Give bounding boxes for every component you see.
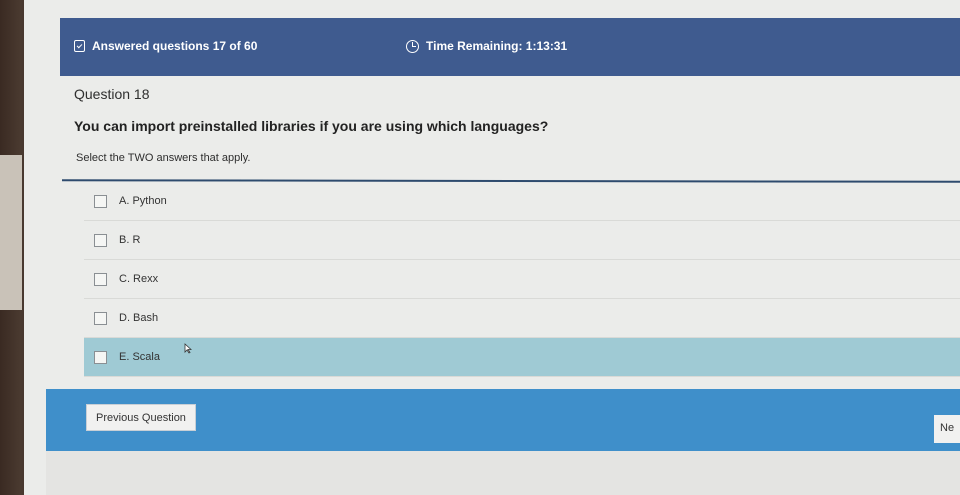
exam-header-bar: Answered questions 17 of 60 Time Remaini…: [60, 18, 960, 76]
answer-label-e: E. Scala: [119, 351, 160, 363]
answer-option-e[interactable]: E. Scala: [84, 338, 960, 377]
answer-list: A. Python B. R C. Rexx D. Bash E. Scala: [84, 182, 960, 377]
answer-option-b[interactable]: B. R: [84, 221, 960, 260]
clock-icon: [406, 39, 419, 53]
question-number: Question 18: [74, 86, 150, 102]
answer-label-d: D. Bash: [119, 312, 159, 324]
next-question-button[interactable]: Ne: [934, 415, 960, 443]
progress-text: Answered questions 17 of 60: [92, 39, 258, 53]
answer-checkbox-e[interactable]: [94, 350, 107, 364]
answer-instruction: Select the TWO answers that apply.: [76, 152, 251, 164]
answer-checkbox-d[interactable]: [94, 311, 107, 325]
answer-label-b: B. R: [119, 234, 141, 246]
answer-option-a[interactable]: A. Python: [84, 182, 960, 221]
question-text: You can import preinstalled libraries if…: [74, 118, 549, 134]
answer-checkbox-b[interactable]: [94, 233, 107, 247]
answer-option-d[interactable]: D. Bash: [84, 299, 960, 338]
progress-indicator: Answered questions 17 of 60: [74, 39, 257, 53]
previous-question-button[interactable]: Previous Question: [86, 404, 196, 431]
navigation-footer: Previous Question Ne: [46, 389, 960, 451]
mouse-cursor-icon: [184, 343, 192, 354]
bezel-highlight: [0, 155, 22, 310]
checklist-icon: [74, 40, 85, 52]
answer-option-c[interactable]: C. Rexx: [84, 260, 960, 299]
page-bottom-area: [46, 451, 960, 495]
timer: Time Remaining: 1:13:31: [406, 39, 567, 53]
answer-label-c: C. Rexx: [119, 273, 159, 285]
answer-checkbox-c[interactable]: [94, 272, 107, 286]
timer-text: Time Remaining: 1:13:31: [426, 39, 568, 53]
answer-checkbox-a[interactable]: [94, 194, 107, 208]
answer-label-a: A. Python: [119, 195, 167, 207]
